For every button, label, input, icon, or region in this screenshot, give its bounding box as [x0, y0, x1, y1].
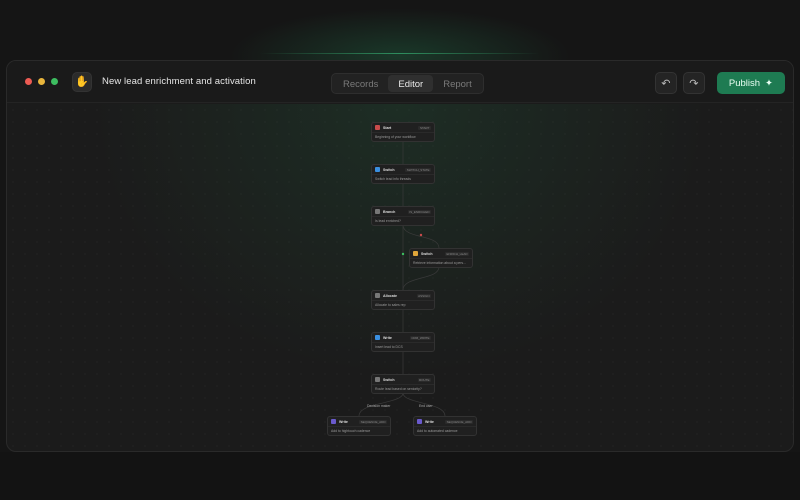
workflow-edges [358, 141, 446, 417]
title-bar: ✋ New lead enrichment and activation Rec… [7, 61, 793, 103]
tab-report[interactable]: Report [433, 75, 482, 92]
write-icon [331, 419, 336, 424]
minimize-window-button[interactable] [38, 78, 45, 85]
node-write-crm[interactable]: Write CRM_WRITE Insert lead to DCS [371, 332, 435, 352]
redo-icon[interactable]: ↷ [682, 72, 705, 94]
window-controls [25, 78, 58, 85]
edge-enrich-allocate [402, 266, 440, 291]
workflow-title: New lead enrichment and activation [102, 76, 256, 87]
maximize-window-button[interactable] [51, 78, 58, 85]
switch-icon [375, 377, 380, 382]
publish-button[interactable]: Publish ✦ [716, 72, 785, 94]
node-start[interactable]: Start START Beginning of your workflow [371, 122, 435, 142]
node-write-automated[interactable]: Write SEQUENCE_ADD Add to automated caden… [413, 416, 477, 436]
node-allocate[interactable]: Allocate ASSIGN Allocate to sales rep [371, 290, 435, 310]
hand-icon[interactable]: ✋ [72, 71, 92, 92]
app-window: ✋ New lead enrichment and activation Rec… [6, 60, 794, 452]
switch-icon [375, 167, 380, 172]
tab-records[interactable]: Records [333, 75, 388, 92]
publish-label: Publish [728, 77, 761, 89]
node-switch-state[interactable]: Switch SWITCH_STATE Switch lead info thre… [371, 164, 435, 184]
tab-editor[interactable]: Editor [388, 75, 434, 92]
node-branch[interactable]: Branch IS_ENRICHED Is lead enriched? [371, 206, 435, 226]
branch-label-decision-maker: Decision maker [367, 404, 391, 408]
toolbar-actions: ↶ ↷ Publish ✦ [654, 72, 785, 94]
node-enrich-lead[interactable]: Switch ENRICH_LEAD Retrieve information a… [409, 248, 473, 268]
top-accent-line [260, 53, 540, 54]
undo-icon[interactable]: ↶ [654, 72, 677, 94]
edge-marker [419, 233, 423, 237]
edge-branch-enrich [402, 224, 440, 249]
node-switch-route[interactable]: Switch ROUTE Route lead based on seniorit… [371, 374, 435, 394]
view-tabs: Records Editor Report [331, 73, 484, 94]
branch-icon [375, 209, 380, 214]
allocate-icon [375, 293, 380, 298]
enrich-icon [413, 251, 418, 256]
close-window-button[interactable] [25, 78, 32, 85]
workflow-canvas[interactable]: Start START Beginning of your workflow Sw… [7, 104, 793, 451]
branch-label-end-user: End user [419, 404, 433, 408]
write-icon [417, 419, 422, 424]
bottom-area [0, 452, 800, 500]
edge-marker [401, 252, 405, 256]
node-write-hightouch[interactable]: Write SEQUENCE_ADD Add to hightouch caden… [327, 416, 391, 436]
spark-icon: ✦ [765, 77, 773, 89]
write-icon [375, 335, 380, 340]
play-icon [375, 125, 380, 130]
